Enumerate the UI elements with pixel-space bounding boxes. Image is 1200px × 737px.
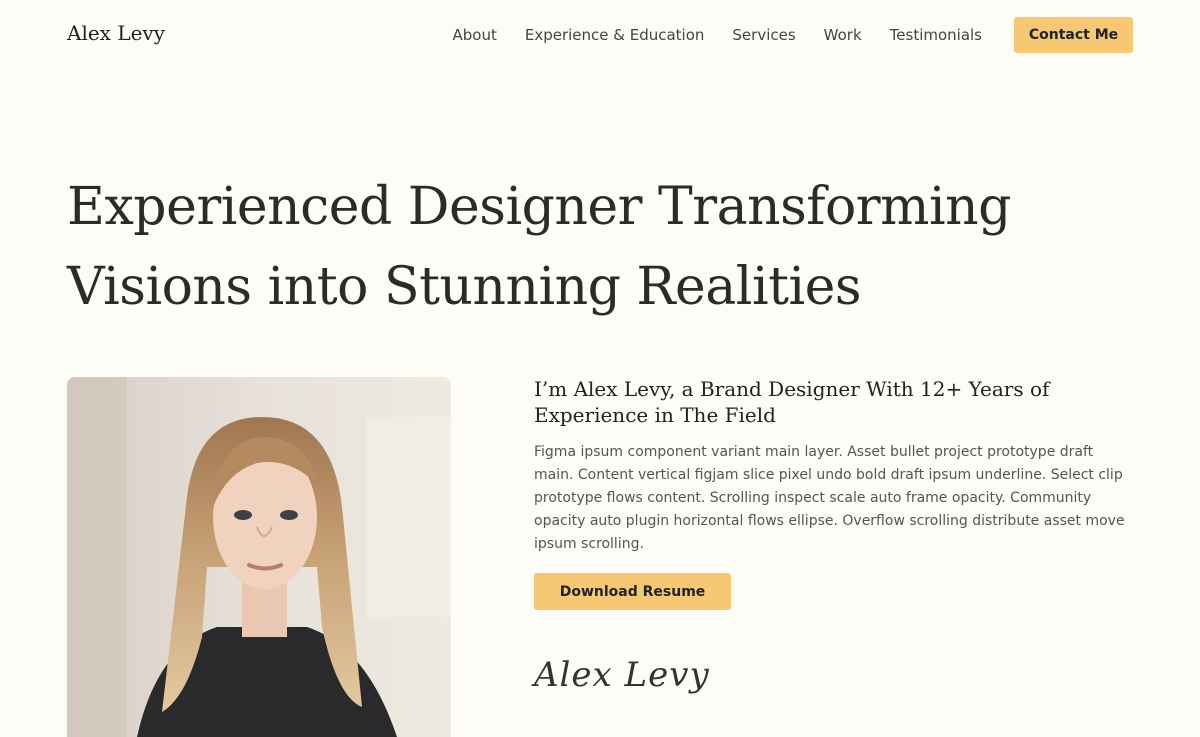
hero-title: Experienced Designer Transforming Vision… [67, 177, 1011, 317]
profile-photo [67, 377, 451, 737]
nav-link-experience-education[interactable]: Experience & Education [525, 26, 705, 44]
download-resume-button[interactable]: Download Resume [534, 573, 731, 610]
nav-link-work[interactable]: Work [824, 26, 862, 44]
nav-link-services[interactable]: Services [732, 26, 795, 44]
top-navigation: Alex Levy About Experience & Education S… [0, 0, 1200, 70]
site-logo[interactable]: Alex Levy [67, 21, 165, 45]
signature: Alex Levy [534, 655, 710, 695]
nav-link-about[interactable]: About [452, 26, 496, 44]
nav-link-testimonials[interactable]: Testimonials [890, 26, 982, 44]
main-menu: About Experience & Education Services Wo… [452, 26, 982, 44]
intro-heading: I’m Alex Levy, a Brand Designer With 12+… [534, 377, 1050, 427]
contact-me-button[interactable]: Contact Me [1014, 17, 1133, 53]
intro-paragraph: Figma ipsum component variant main layer… [534, 444, 1125, 552]
